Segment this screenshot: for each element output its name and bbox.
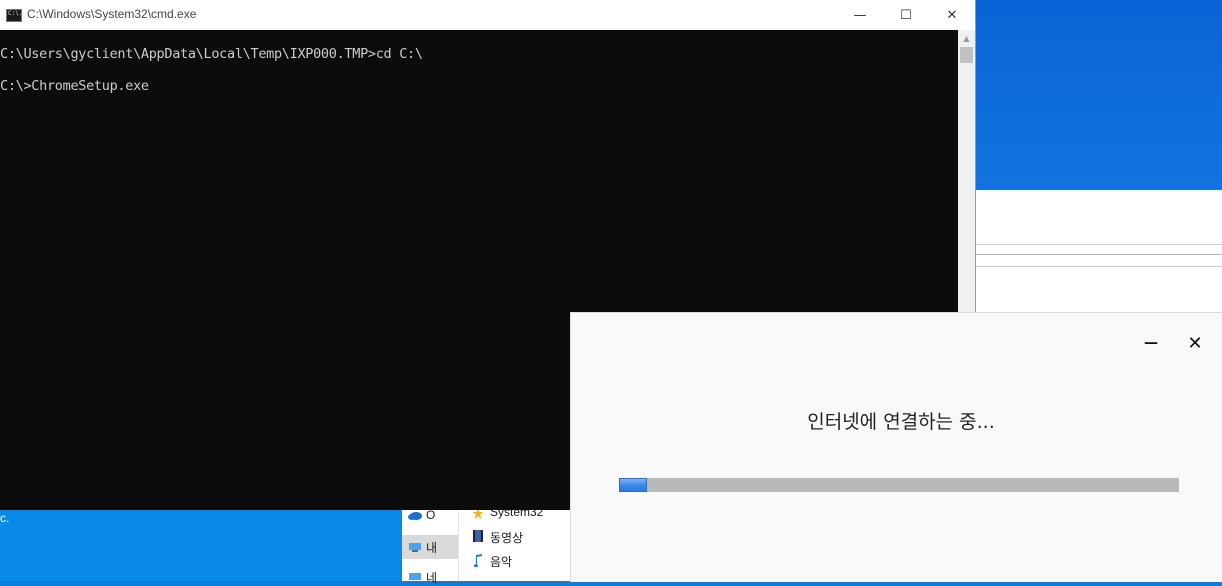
- nav-item-network[interactable]: 네: [426, 569, 437, 586]
- cmd-minimize-button[interactable]: —: [837, 0, 883, 30]
- file-item-music[interactable]: 음악: [490, 553, 512, 570]
- desktop-label: c.: [0, 511, 10, 525]
- nav-item-this-pc[interactable]: 내: [426, 539, 437, 556]
- cmd-line: C:\>ChromeSetup.exe: [0, 78, 149, 94]
- installer-status-text: 인터넷에 연결하는 중...: [807, 411, 995, 433]
- cmd-window-title: C:\Windows\System32\cmd.exe: [27, 7, 197, 21]
- file-explorer-window: O 내 네 System32 동영상 음악: [402, 505, 572, 585]
- scroll-thumb[interactable]: [960, 47, 973, 63]
- onedrive-icon: [408, 512, 422, 520]
- music-icon: [473, 554, 482, 567]
- installer-minimize-button[interactable]: —: [1139, 331, 1163, 355]
- desktop-area: [0, 510, 402, 581]
- cmd-close-button[interactable]: ✕: [929, 0, 975, 30]
- file-item-videos[interactable]: 동영상: [490, 529, 523, 546]
- maximize-icon: ☐: [900, 7, 912, 23]
- background-window: [975, 190, 1222, 330]
- progress-fill: [619, 478, 647, 492]
- installer-close-button[interactable]: ✕: [1183, 331, 1207, 355]
- installer-progress-bar: [619, 478, 1179, 492]
- nav-item-onedrive[interactable]: O: [426, 508, 435, 522]
- network-icon: [409, 573, 421, 580]
- video-icon: [473, 530, 483, 542]
- minimize-icon: —: [1144, 335, 1158, 351]
- cmd-maximize-button[interactable]: ☐: [883, 0, 929, 30]
- desktop-wallpaper: [958, 0, 1222, 190]
- minimize-icon: —: [853, 7, 867, 23]
- this-pc-icon: [409, 543, 421, 552]
- close-icon: ✕: [946, 7, 958, 23]
- navigation-pane: O 내 네: [402, 505, 459, 585]
- cmd-app-icon: C:\.: [6, 9, 22, 22]
- scroll-up-arrow-icon[interactable]: ▲: [958, 30, 975, 47]
- cmd-titlebar[interactable]: C:\. C:\Windows\System32\cmd.exe — ☐ ✕: [0, 0, 975, 30]
- close-icon: ✕: [1187, 332, 1203, 354]
- chrome-installer-dialog[interactable]: — ✕ 인터넷에 연결하는 중...: [570, 312, 1222, 582]
- cmd-line: C:\Users\gyclient\AppData\Local\Temp\IXP…: [0, 46, 423, 62]
